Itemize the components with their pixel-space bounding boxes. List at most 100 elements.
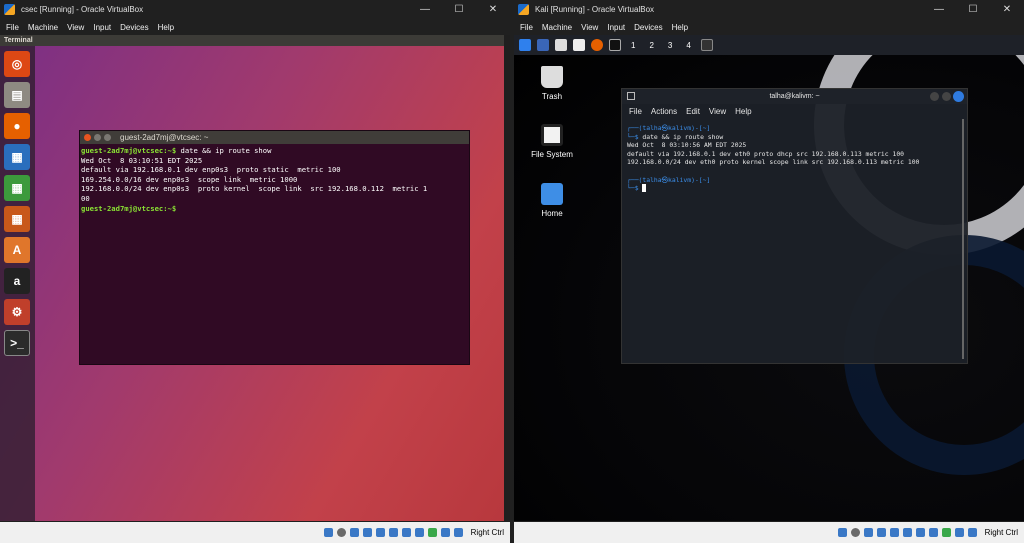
menu-machine[interactable]: Machine [28,23,58,32]
minimize-icon[interactable] [94,134,101,141]
menu-view[interactable]: View [581,23,598,32]
recording-icon[interactable] [928,528,938,537]
keyboard-icon[interactable] [967,528,977,537]
terminal-app-icon [627,92,635,100]
display-icon[interactable] [401,528,411,537]
maximize-icon[interactable]: ☐ [956,4,990,15]
workspace-2[interactable]: 2 [649,41,653,50]
network-icon[interactable] [362,528,372,537]
terminal-output[interactable]: ┌──(talha㉿kalivm)-[~] └─$ date && ip rou… [622,118,967,199]
output-line: default via 192.168.0.1 dev enp0s3 proto… [81,165,341,175]
terminal-title-bar[interactable]: guest-2ad7mj@vtcsec: ~ [80,131,469,144]
scrollbar[interactable] [962,119,964,359]
terminal-output[interactable]: guest-2ad7mj@vtcsec:~$ date && ip route … [80,144,469,215]
desktop-icon-label: File System [531,150,573,159]
usb-icon[interactable] [375,528,385,537]
menu-file[interactable]: File [629,107,642,116]
hard-disk-icon[interactable] [323,528,333,537]
title-bar[interactable]: csec [Running] - Oracle VirtualBox — ☐ ✕ [0,0,510,19]
menu-actions[interactable]: Actions [651,107,677,116]
shared-folder-icon[interactable] [388,528,398,537]
maximize-icon[interactable] [942,92,951,101]
desktop-icon-trash[interactable]: Trash [522,66,582,101]
show-desktop-icon[interactable] [537,39,549,51]
minimize-icon[interactable]: — [922,4,956,15]
keyboard-icon[interactable] [453,528,463,537]
menu-view[interactable]: View [709,107,726,116]
mouse-integration-icon[interactable] [440,528,450,537]
files-icon[interactable]: ▤ [4,82,30,108]
file-manager-icon[interactable] [555,39,567,51]
desktop-icon-home[interactable]: Home [522,183,582,218]
optical-disk-icon[interactable] [850,528,860,537]
desktop-icon-file-system[interactable]: File System [522,124,582,159]
cpu-icon[interactable] [427,528,437,537]
audio-icon[interactable] [349,528,359,537]
mouse-integration-icon[interactable] [954,528,964,537]
menu-view[interactable]: View [67,23,84,32]
cursor [642,184,647,193]
amazon-icon[interactable]: a [4,268,30,294]
hard-disk-icon[interactable] [837,528,847,537]
firefox-icon[interactable]: ● [4,113,30,139]
drive-icon [541,124,563,146]
menu-edit[interactable]: Edit [686,107,700,116]
display-icon[interactable] [915,528,925,537]
close-icon[interactable]: ✕ [990,4,1024,15]
minimize-icon[interactable]: — [408,4,442,15]
terminal-icon[interactable] [609,39,621,51]
workspace-3[interactable]: 3 [668,41,672,50]
trash-icon [541,66,563,88]
virtualbox-icon [518,4,529,15]
menu-input[interactable]: Input [607,23,625,32]
menu-help[interactable]: Help [672,23,688,32]
kali-terminal-window[interactable]: talha@kalivm: ~ File Actions Edit View H… [621,88,968,364]
recording-icon[interactable] [414,528,424,537]
output-line: 192.168.0.0/24 dev eth0 proto kernel sco… [627,158,920,167]
optical-disk-icon[interactable] [336,528,346,537]
menu-devices[interactable]: Devices [634,23,662,32]
maximize-icon[interactable] [104,134,111,141]
prompt: guest-2ad7mj@vtcsec:~$ [81,146,177,155]
calc-icon[interactable]: ▦ [4,175,30,201]
output-line: 00 [81,193,90,203]
usb-icon[interactable] [889,528,899,537]
minimize-icon[interactable] [930,92,939,101]
menu-machine[interactable]: Machine [542,23,572,32]
maximize-icon[interactable]: ☐ [442,4,476,15]
workspace-1[interactable]: 1 [631,41,635,50]
menu-help[interactable]: Help [735,107,751,116]
ubuntu-launcher: ◎ ▤ ● ▦ ▦ ▦ A a ⚙ >_ [0,46,35,521]
terminal-icon[interactable]: >_ [4,330,30,356]
terminal-menu-bar: File Actions Edit View Help [622,104,967,118]
workspace-4[interactable]: 4 [686,41,690,50]
writer-icon[interactable]: ▦ [4,144,30,170]
output-line: default via 192.168.0.1 dev eth0 proto d… [627,149,905,158]
shared-folder-icon[interactable] [902,528,912,537]
menu-input[interactable]: Input [93,23,111,32]
menu-file[interactable]: File [6,23,19,32]
terminal-title-bar[interactable]: talha@kalivm: ~ [622,89,967,104]
close-icon[interactable] [953,91,964,102]
network-icon[interactable] [876,528,886,537]
task-terminal-icon[interactable] [700,39,713,51]
menu-help[interactable]: Help [158,23,174,32]
menu-bar: File Machine View Input Devices Help [514,19,1024,35]
output-line: Wed Oct 8 03:10:56 AM EDT 2025 [627,141,747,150]
title-bar[interactable]: Kali [Running] - Oracle VirtualBox — ☐ ✕ [514,0,1024,19]
status-bar: Right Ctrl [0,522,510,543]
ubuntu-terminal-window[interactable]: guest-2ad7mj@vtcsec: ~ guest-2ad7mj@vtcs… [79,130,470,365]
text-editor-icon[interactable] [573,39,585,51]
kali-menu-icon[interactable] [519,39,531,51]
close-icon[interactable] [84,134,91,141]
firefox-icon[interactable] [591,39,603,51]
menu-devices[interactable]: Devices [120,23,148,32]
cpu-icon[interactable] [941,528,951,537]
impress-icon[interactable]: ▦ [4,206,30,232]
close-icon[interactable]: ✕ [476,4,510,15]
settings-icon[interactable]: ⚙ [4,299,30,325]
audio-icon[interactable] [863,528,873,537]
ubuntu-dash-icon[interactable]: ◎ [4,51,30,77]
software-center-icon[interactable]: A [4,237,30,263]
menu-file[interactable]: File [520,23,533,32]
